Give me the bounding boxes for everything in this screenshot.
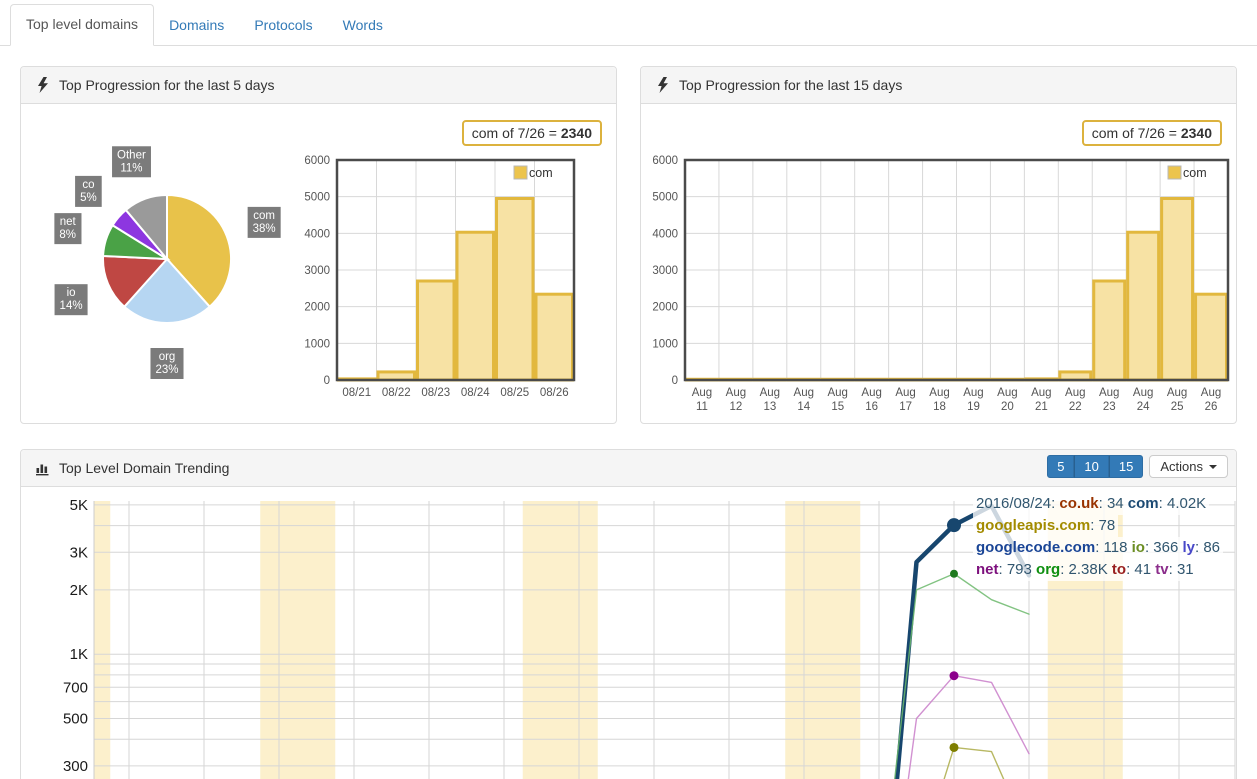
svg-text:1K: 1K xyxy=(70,646,88,663)
svg-text:Other11%: Other11% xyxy=(117,149,146,174)
bolt-icon xyxy=(35,77,51,93)
svg-text:co5%: co5% xyxy=(80,179,97,204)
svg-text:Aug17: Aug17 xyxy=(895,387,915,413)
svg-text:4000: 4000 xyxy=(652,228,678,240)
svg-text:Aug15: Aug15 xyxy=(827,387,847,413)
svg-text:2K: 2K xyxy=(70,582,88,599)
svg-text:Aug25: Aug25 xyxy=(1167,387,1187,413)
badge-value: 2340 xyxy=(1181,125,1212,141)
panel-title: Top Level Domain Trending xyxy=(59,460,229,476)
svg-text:6000: 6000 xyxy=(652,155,678,167)
range-5-button[interactable]: 5 xyxy=(1047,455,1074,478)
svg-text:org23%: org23% xyxy=(155,351,178,376)
svg-text:1000: 1000 xyxy=(304,338,330,350)
range-button-group: 5 10 15 xyxy=(1047,455,1143,478)
range-10-button[interactable]: 10 xyxy=(1074,455,1108,478)
svg-text:0: 0 xyxy=(324,375,330,387)
tab-domains[interactable]: Domains xyxy=(154,6,239,46)
panel-heading-5-days: Top Progression for the last 5 days xyxy=(21,67,616,104)
svg-text:5000: 5000 xyxy=(652,192,678,204)
svg-text:Aug11: Aug11 xyxy=(692,387,712,413)
svg-text:com38%: com38% xyxy=(253,210,276,235)
svg-text:2000: 2000 xyxy=(304,302,330,314)
svg-text:Aug26: Aug26 xyxy=(1201,387,1221,413)
tab-protocols[interactable]: Protocols xyxy=(239,6,327,46)
svg-text:Aug23: Aug23 xyxy=(1099,387,1119,413)
panel-title: Top Progression for the last 15 days xyxy=(679,77,902,93)
panel-top-progression-15-days: Top Progression for the last 15 days com… xyxy=(640,66,1237,424)
com-bar-chart-15day[interactable]: 0 1000 2000 3000 4000 5000 6000 Aug11 Aug12 Aug13… xyxy=(641,148,1236,424)
com-count-badge: com of 7/26 = 2340 xyxy=(462,120,602,146)
com-count-badge: com of 7/26 = 2340 xyxy=(1082,120,1222,146)
tab-top-level-domains[interactable]: Top level domains xyxy=(10,4,154,46)
svg-text:Aug24: Aug24 xyxy=(1133,387,1153,413)
caret-down-icon xyxy=(1209,465,1217,469)
svg-text:5K: 5K xyxy=(70,497,88,514)
tab-bar: Top level domains Domains Protocols Word… xyxy=(0,0,1257,46)
svg-text:net8%: net8% xyxy=(59,216,76,241)
svg-text:Aug20: Aug20 xyxy=(997,387,1017,413)
bolt-icon xyxy=(655,77,671,93)
panel-top-progression-5-days: Top Progression for the last 5 days com … xyxy=(20,66,617,424)
actions-dropdown-button[interactable]: Actions xyxy=(1149,455,1228,478)
svg-text:5000: 5000 xyxy=(304,192,330,204)
panel-title: Top Progression for the last 5 days xyxy=(59,77,275,93)
svg-text:500: 500 xyxy=(63,711,88,728)
svg-text:700: 700 xyxy=(63,679,88,696)
svg-text:08/21: 08/21 xyxy=(342,387,371,399)
svg-text:1000: 1000 xyxy=(652,338,678,350)
svg-text:300: 300 xyxy=(63,758,88,775)
svg-text:Aug12: Aug12 xyxy=(726,387,746,413)
svg-text:08/26: 08/26 xyxy=(540,387,569,399)
svg-text:4000: 4000 xyxy=(304,228,330,240)
panel-heading-trending: Top Level Domain Trending 5 10 15 Action… xyxy=(21,450,1236,487)
svg-text:08/25: 08/25 xyxy=(500,387,529,399)
svg-text:com: com xyxy=(529,166,553,180)
com-bar-chart-5day[interactable]: 0 1000 2000 3000 4000 5000 6000 08/21 08/22 08/23… xyxy=(292,148,592,410)
svg-text:Aug13: Aug13 xyxy=(760,387,780,413)
chart-tooltip: 2016/08/24: co.uk: 34 com: 4.02Kgoogleap… xyxy=(973,493,1223,581)
panel-heading-15-days: Top Progression for the last 15 days xyxy=(641,67,1236,104)
svg-text:3000: 3000 xyxy=(652,265,678,277)
badge-prefix: com of 7/26 = xyxy=(1092,125,1181,141)
svg-text:Aug19: Aug19 xyxy=(963,387,983,413)
svg-text:Aug21: Aug21 xyxy=(1031,387,1051,413)
svg-text:Aug16: Aug16 xyxy=(861,387,881,413)
badge-prefix: com of 7/26 = xyxy=(472,125,561,141)
bar-chart-icon xyxy=(35,460,51,476)
tld-pie-chart[interactable]: com38%org23%io14%net8%co5%Other11% xyxy=(27,130,309,430)
svg-text:Aug22: Aug22 xyxy=(1065,387,1085,413)
svg-text:08/23: 08/23 xyxy=(421,387,450,399)
panel-tld-trending: Top Level Domain Trending 5 10 15 Action… xyxy=(20,449,1237,779)
svg-text:Aug18: Aug18 xyxy=(929,387,949,413)
tab-words[interactable]: Words xyxy=(328,6,398,46)
svg-text:com: com xyxy=(1183,166,1207,180)
actions-label: Actions xyxy=(1160,459,1203,474)
badge-value: 2340 xyxy=(561,125,592,141)
svg-text:6000: 6000 xyxy=(304,155,330,167)
svg-text:08/24: 08/24 xyxy=(461,387,490,399)
range-15-button[interactable]: 15 xyxy=(1109,455,1143,478)
svg-text:2000: 2000 xyxy=(652,302,678,314)
svg-text:3K: 3K xyxy=(70,544,88,561)
svg-text:08/22: 08/22 xyxy=(382,387,411,399)
svg-text:Aug14: Aug14 xyxy=(794,387,814,413)
svg-text:3000: 3000 xyxy=(304,265,330,277)
svg-text:0: 0 xyxy=(672,375,678,387)
